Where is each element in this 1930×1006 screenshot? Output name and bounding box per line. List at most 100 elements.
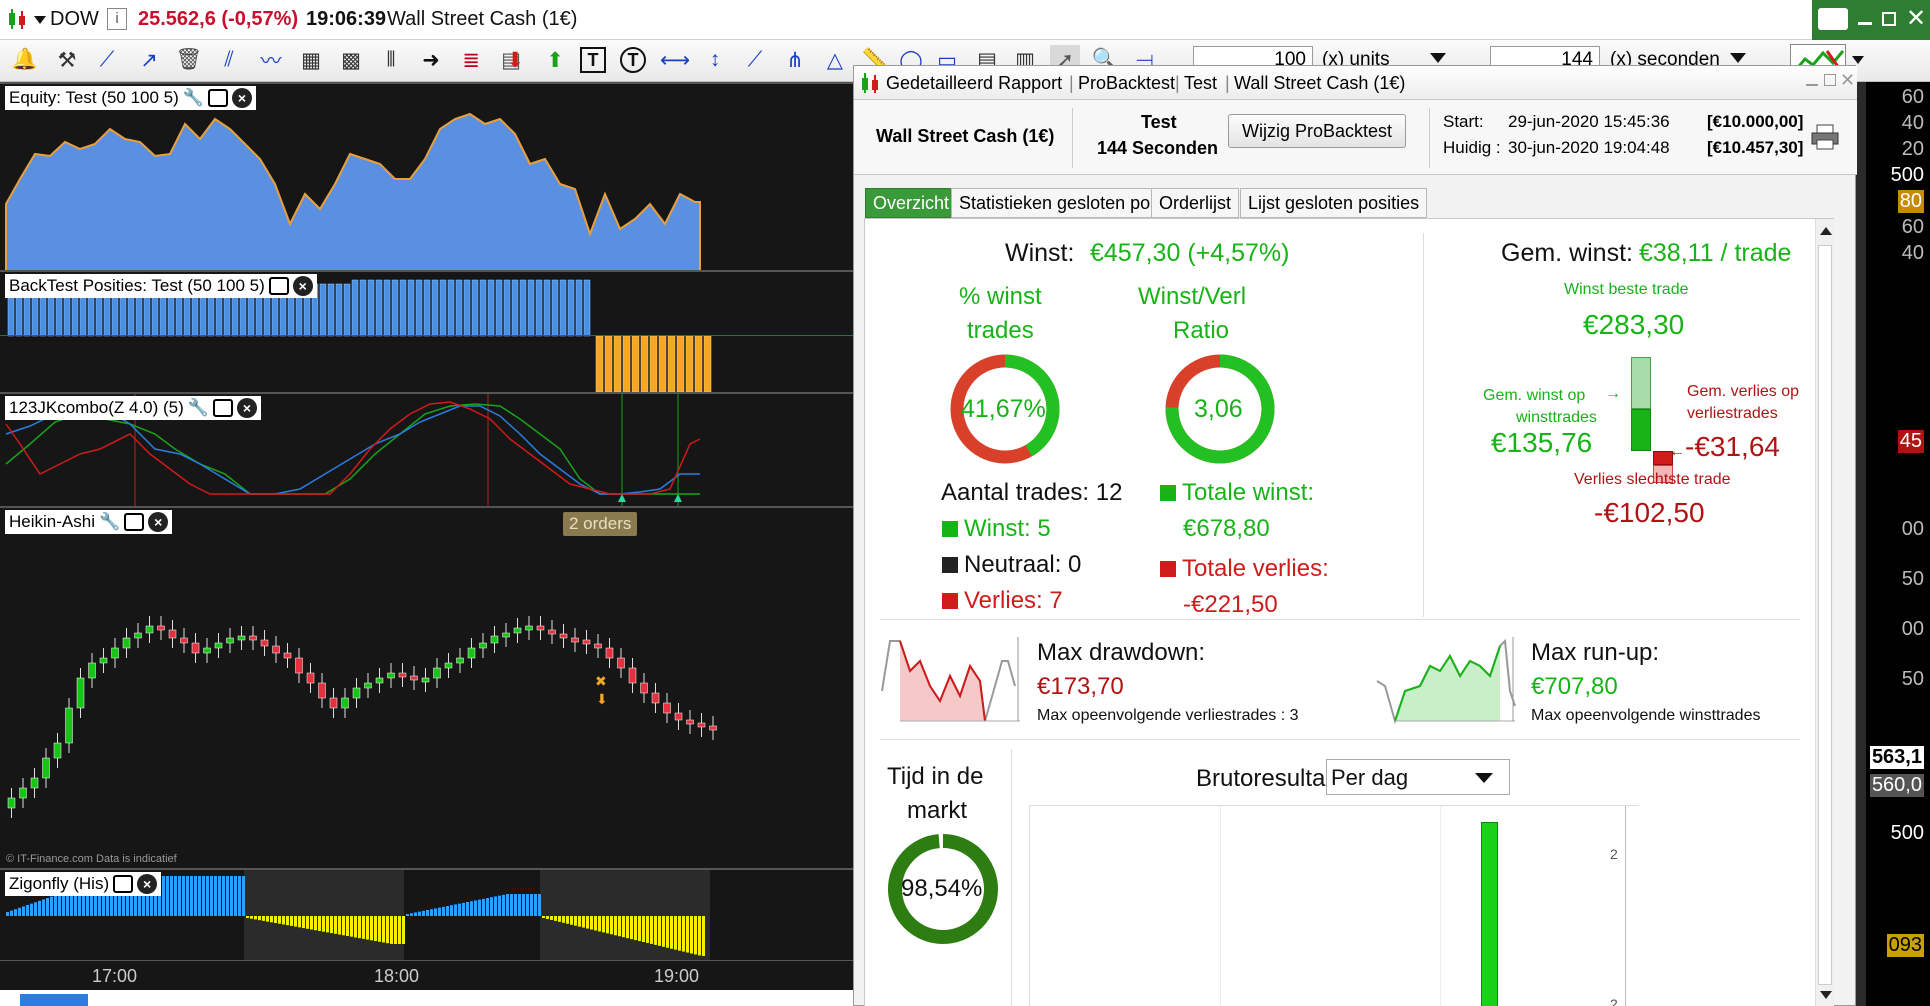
wrench-icon[interactable]: 🔧 — [99, 512, 120, 532]
gross-result-select[interactable]: Per dag — [1326, 759, 1510, 795]
zig-bar — [546, 916, 549, 919]
position-bar — [631, 335, 640, 393]
wrench-icon[interactable]: 🔧 — [183, 88, 204, 108]
position-bar — [343, 283, 351, 337]
candle-body — [433, 667, 441, 679]
time-label: 17:00 — [92, 966, 138, 986]
scroll-down-icon[interactable] — [1820, 991, 1832, 999]
crumb-test[interactable]: Test — [1184, 73, 1217, 94]
keyboard-icon[interactable] — [1818, 8, 1848, 30]
combo-panel-header[interactable]: 123JKcombo(Z 4.0) (5) 🔧 × — [5, 396, 261, 420]
status-tab[interactable] — [20, 994, 88, 1006]
minimize-icon[interactable] — [1806, 84, 1818, 86]
orders-badge[interactable]: 2 orders — [563, 512, 638, 536]
zig-bar — [342, 916, 345, 936]
trend-icon[interactable]: 〰 — [256, 45, 286, 75]
units-dropdown-icon[interactable] — [1430, 53, 1446, 63]
vertical-line-icon[interactable]: ↕ — [700, 45, 730, 75]
position-bar — [471, 279, 479, 337]
window-icon[interactable] — [124, 513, 145, 531]
scroll-up-icon[interactable] — [1820, 227, 1832, 235]
symbol-dropdown-icon[interactable] — [34, 16, 46, 24]
zig-bar — [238, 876, 241, 916]
tab-closed-positions-list[interactable]: Lijst gesloten posities — [1240, 188, 1428, 218]
zig-bar — [358, 916, 361, 939]
horizontal-line-icon[interactable]: ⟷ — [660, 45, 690, 75]
grid-icon[interactable]: ▦ — [296, 45, 326, 75]
fib-grid-icon[interactable]: ▩ — [336, 45, 366, 75]
scrollbar[interactable] — [1815, 219, 1834, 1006]
candlestick-icon[interactable] — [6, 8, 28, 30]
channel-icon[interactable]: ⫽ — [214, 45, 244, 75]
avg-loss-label-2: verliestrades — [1687, 405, 1778, 422]
scroll-thumb[interactable] — [1818, 245, 1832, 985]
zig-bar — [202, 876, 205, 916]
strategy-dropdown-icon[interactable] — [1852, 56, 1864, 64]
arrow-line-icon[interactable]: ↗ — [134, 45, 164, 75]
zig-bar — [462, 902, 465, 916]
candle-body — [19, 787, 27, 799]
text-bubble-icon[interactable]: T — [620, 47, 646, 73]
printer-icon[interactable] — [1810, 124, 1840, 150]
axis-value: 500 — [1890, 822, 1924, 844]
triangle-icon[interactable]: △ — [820, 45, 850, 75]
candle-body — [467, 647, 476, 659]
zigonfly-panel-header[interactable]: Zigonfly (His) × — [5, 872, 162, 896]
tab-order-list[interactable]: Orderlijst — [1151, 188, 1240, 218]
heikin-panel-header[interactable]: Heikin-Ashi 🔧 × — [5, 510, 173, 534]
candle-body — [295, 657, 303, 674]
close-icon[interactable]: ✕ — [1840, 70, 1855, 91]
zig-bar — [486, 898, 489, 916]
tools-icon[interactable]: ⚒ — [52, 45, 82, 75]
pitchfork-icon[interactable]: ⋔ — [780, 45, 810, 75]
avg-win-arrow: → — [1605, 385, 1621, 402]
candle-body — [65, 707, 73, 744]
zig-bar — [554, 916, 557, 921]
candle-body — [318, 682, 326, 699]
close-panel-icon[interactable]: × — [137, 874, 158, 894]
minimize-icon[interactable] — [1858, 22, 1872, 25]
vertical-lines-icon[interactable]: ⦀ — [376, 45, 406, 75]
zig-bar — [502, 894, 505, 916]
chevron-down-icon[interactable] — [1475, 773, 1493, 783]
close-panel-icon[interactable]: × — [148, 512, 169, 532]
tab-overview[interactable]: Overzicht — [865, 188, 958, 218]
window-icon[interactable] — [212, 399, 233, 417]
candle-body — [502, 632, 510, 638]
seconds-dropdown-icon[interactable] — [1730, 53, 1746, 63]
close-panel-icon[interactable]: × — [292, 276, 313, 296]
crumb-probacktest[interactable]: ProBacktest — [1078, 73, 1175, 94]
text-tool-icon[interactable]: T — [580, 47, 606, 73]
line-tool-icon[interactable]: ⟋ — [92, 45, 122, 75]
restore-icon[interactable] — [1882, 12, 1896, 26]
maximize-icon[interactable] — [1824, 74, 1836, 86]
close-panel-icon[interactable]: × — [236, 398, 257, 418]
info-icon[interactable]: i — [107, 8, 127, 30]
zig-bar — [490, 897, 493, 916]
zig-bar — [278, 916, 281, 924]
gross-result-bar — [1481, 822, 1498, 1006]
close-icon[interactable]: ✕ — [1906, 4, 1926, 33]
window-icon[interactable] — [113, 875, 134, 893]
position-bar — [535, 279, 543, 337]
crumb-instrument[interactable]: Wall Street Cash (1€) — [1234, 73, 1405, 94]
ray-icon[interactable]: ⟋ — [740, 45, 770, 75]
window-icon[interactable] — [207, 89, 228, 107]
buy-arrow-icon[interactable]: ⬆ — [540, 45, 570, 75]
trash-icon[interactable]: 🗑 — [174, 45, 204, 75]
fibonacci-icon[interactable]: ≣ — [456, 45, 486, 75]
close-panel-icon[interactable]: × — [231, 88, 252, 108]
equity-panel-header[interactable]: Equity: Test (50 100 5) 🔧 × — [5, 86, 256, 110]
zig-bar — [590, 916, 593, 930]
sell-arrow-icon[interactable]: ⬇ — [500, 45, 530, 75]
wrench-icon[interactable]: 🔧 — [188, 398, 209, 418]
window-icon[interactable] — [268, 277, 289, 295]
copyright-text: © IT-Finance.com Data is indicatief — [6, 853, 177, 865]
modify-probacktest-button[interactable]: Wijzig ProBacktest — [1228, 114, 1406, 148]
arrow-right-icon[interactable]: ➜ — [416, 45, 446, 75]
positions-panel-header[interactable]: BackTest Posities: Test (50 100 5) × — [5, 274, 317, 298]
candle-body — [548, 629, 556, 635]
position-bar — [667, 335, 676, 393]
alert-bell-icon[interactable]: 🔔 — [10, 45, 40, 75]
symbol-name[interactable]: DOW — [50, 8, 99, 31]
